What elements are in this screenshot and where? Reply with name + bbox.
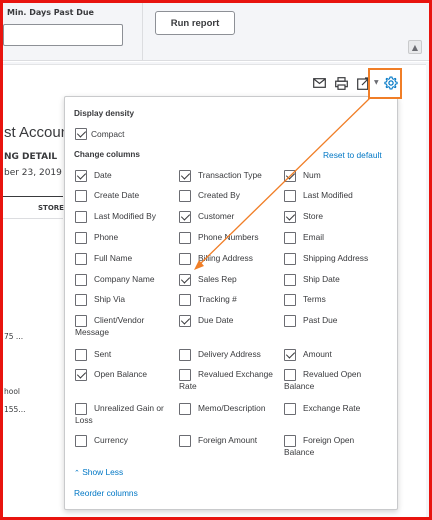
column-option-label: Email <box>303 232 324 242</box>
column-checkbox[interactable] <box>284 315 296 327</box>
chevron-down-icon: ▼ <box>374 79 379 86</box>
report-title: st Accoun <box>4 124 70 141</box>
min-days-label: Min. Days Past Due <box>7 8 94 17</box>
column-checkbox[interactable] <box>284 170 296 182</box>
column-option-label: Foreign Open Balance <box>284 435 355 457</box>
column-checkbox[interactable] <box>179 190 191 202</box>
column-option-label: Foreign Amount <box>198 435 258 445</box>
column-checkbox[interactable] <box>179 232 191 244</box>
column-option-label: Revalued Open Balance <box>284 369 362 391</box>
report-cell: hool <box>4 387 21 396</box>
column-option-label: Revalued Exchange Rate <box>179 369 273 391</box>
column-option-label: Memo/Description <box>198 403 266 413</box>
email-icon[interactable] <box>312 76 326 90</box>
column-option-label: Billing Address <box>198 253 253 263</box>
column-option-label: Ship Via <box>94 294 126 304</box>
run-report-button[interactable]: Run report <box>155 11 235 35</box>
column-checkbox[interactable] <box>284 274 296 286</box>
column-option-label: Currency <box>94 435 128 445</box>
show-less-label: Show Less <box>82 467 124 477</box>
column-checkbox[interactable] <box>284 211 296 223</box>
column-option-label: Shipping Address <box>303 253 369 263</box>
column-option-label: Phone Numbers <box>198 232 259 242</box>
settings-button[interactable]: ▼ <box>368 68 402 99</box>
reorder-columns-link[interactable]: Reorder columns <box>74 488 138 498</box>
report-cell: 75 ... <box>4 332 24 341</box>
column-checkbox[interactable] <box>75 435 87 447</box>
column-option-label: Sales Rep <box>198 274 237 284</box>
column-checkbox[interactable] <box>284 349 296 361</box>
column-option-label: Unrealized Gain or Loss <box>75 403 164 425</box>
report-subtitle: NG DETAIL <box>4 152 58 162</box>
column-option-label: Customer <box>198 211 235 221</box>
column-checkbox[interactable] <box>75 369 87 381</box>
column-checkbox[interactable] <box>284 403 296 415</box>
column-checkbox[interactable] <box>284 253 296 265</box>
reset-to-default-link[interactable]: Reset to default <box>323 150 382 160</box>
column-checkbox[interactable] <box>75 274 87 286</box>
column-checkbox[interactable] <box>179 170 191 182</box>
column-checkbox[interactable] <box>75 349 87 361</box>
change-columns-title: Change columns <box>74 150 140 159</box>
column-option-label: Exchange Rate <box>303 403 361 413</box>
print-icon[interactable] <box>334 76 348 90</box>
column-option-label: Date <box>94 170 112 180</box>
show-less-link[interactable]: ⌃ Show Less <box>74 467 123 477</box>
column-checkbox[interactable] <box>75 170 87 182</box>
report-header-line-2 <box>3 218 63 219</box>
column-option-label: Num <box>303 170 321 180</box>
column-settings-popup: Display density Compact Change columns R… <box>64 96 398 510</box>
column-option-label: Store <box>303 211 324 221</box>
compact-checkbox[interactable] <box>75 128 87 140</box>
column-option-label: Sent <box>94 349 112 359</box>
column-checkbox[interactable] <box>179 349 191 361</box>
report-header-line <box>3 196 63 197</box>
column-option-label: Delivery Address <box>198 349 261 359</box>
column-checkbox[interactable] <box>179 315 191 327</box>
column-option-label: Open Balance <box>94 369 148 379</box>
column-option-label: Last Modified <box>303 190 353 200</box>
chevron-up-icon: ⌃ <box>74 470 80 477</box>
filter-divider <box>142 3 143 61</box>
column-checkbox[interactable] <box>284 232 296 244</box>
column-checkbox[interactable] <box>75 190 87 202</box>
column-checkbox[interactable] <box>284 190 296 202</box>
column-checkbox[interactable] <box>179 403 191 415</box>
column-checkbox[interactable] <box>284 294 296 306</box>
column-option-label: Tracking # <box>198 294 237 304</box>
column-option-label: Client/Vendor Message <box>75 315 145 337</box>
column-checkbox[interactable] <box>179 211 191 223</box>
column-checkbox[interactable] <box>75 211 87 223</box>
column-option-label: Create Date <box>94 190 140 200</box>
compact-label: Compact <box>91 129 125 139</box>
column-option-label: Past Due <box>303 315 338 325</box>
scroll-up-icon[interactable]: ▲ <box>408 40 422 54</box>
min-days-input[interactable] <box>3 24 123 46</box>
column-option-label: Transaction Type <box>198 170 262 180</box>
column-option-label: Phone <box>94 232 119 242</box>
column-checkbox[interactable] <box>179 435 191 447</box>
column-option-label: Terms <box>303 294 326 304</box>
column-checkbox[interactable] <box>179 253 191 265</box>
filter-bar: Min. Days Past Due Run report ▲ <box>3 3 429 61</box>
column-checkbox[interactable] <box>75 294 87 306</box>
column-option-label: Ship Date <box>303 274 340 284</box>
column-checkbox[interactable] <box>179 294 191 306</box>
column-option-label: Company Name <box>94 274 155 284</box>
gear-icon <box>384 76 398 90</box>
column-option-label: Due Date <box>198 315 234 325</box>
report-date: ber 23, 2019 <box>4 168 62 178</box>
report-cell: 155... <box>4 405 26 414</box>
column-header-store[interactable]: STORE <box>38 204 64 212</box>
column-option-label: Full Name <box>94 253 133 263</box>
column-checkbox[interactable] <box>179 274 191 286</box>
column-checkbox[interactable] <box>75 232 87 244</box>
display-density-title: Display density <box>74 109 135 118</box>
column-option-label: Last Modified By <box>94 211 156 221</box>
column-option-label: Created By <box>198 190 240 200</box>
column-option-label: Amount <box>303 349 332 359</box>
column-checkbox[interactable] <box>75 253 87 265</box>
